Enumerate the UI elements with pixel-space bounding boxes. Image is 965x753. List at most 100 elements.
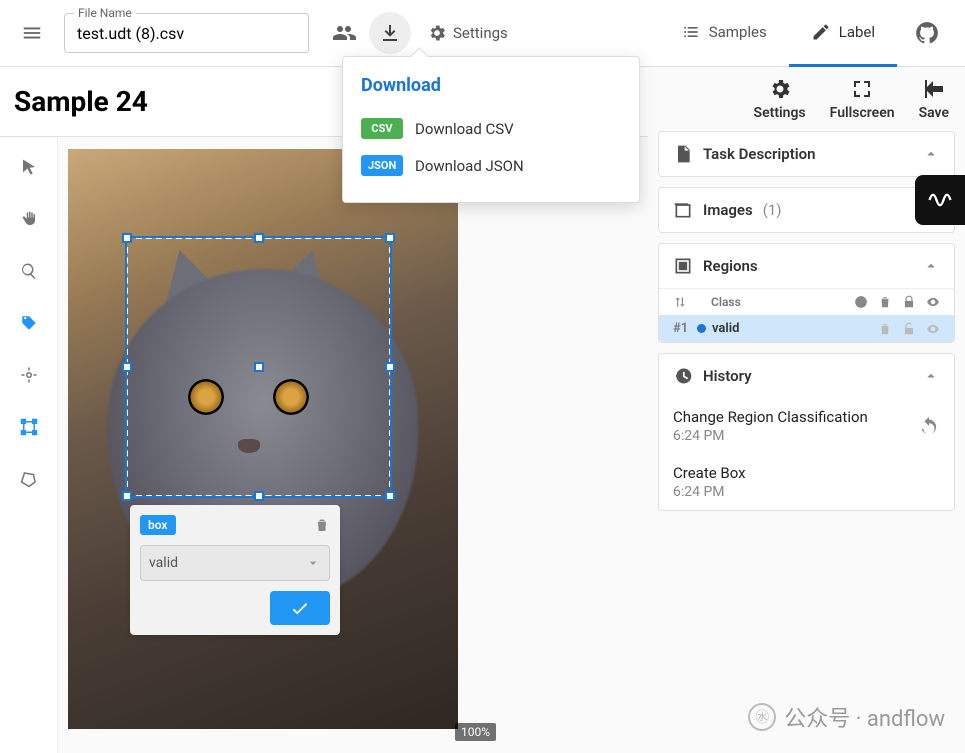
tag-tool[interactable]: [11, 305, 47, 341]
resize-handle-tm[interactable]: [254, 233, 264, 243]
box-tool[interactable]: [11, 409, 47, 445]
resize-handle-mm[interactable]: [254, 362, 264, 372]
chevron-down-icon: [305, 555, 321, 571]
eye-icon[interactable]: [926, 322, 940, 336]
settings-action[interactable]: Settings: [754, 77, 806, 121]
history-icon: [673, 366, 693, 386]
csv-chip: CSV: [361, 118, 403, 139]
resize-handle-tl[interactable]: [122, 233, 132, 243]
undo-button[interactable]: [918, 415, 940, 437]
resize-handle-mr[interactable]: [385, 362, 395, 372]
page-title: Sample 24: [14, 85, 148, 118]
select-tool[interactable]: [11, 149, 47, 185]
region-row-1[interactable]: #1 valid: [659, 315, 954, 342]
save-icon: [922, 77, 946, 101]
task-description-header[interactable]: Task Description: [659, 132, 954, 176]
undo-icon: [918, 415, 940, 437]
settings-link[interactable]: Settings: [415, 12, 520, 54]
resize-handle-br[interactable]: [385, 491, 395, 501]
task-description-panel: Task Description: [658, 131, 955, 177]
sort-icon[interactable]: [673, 295, 687, 309]
trash-icon[interactable]: [878, 322, 892, 336]
trash-icon[interactable]: [878, 295, 892, 309]
people-icon: [332, 21, 356, 45]
document-icon: [673, 144, 693, 164]
region-popup: box valid: [130, 505, 340, 635]
regions-columns: Class: [659, 288, 954, 315]
right-panel: Settings Fullscreen Save Task Descriptio…: [648, 67, 965, 753]
fullscreen-action[interactable]: Fullscreen: [830, 77, 895, 121]
resize-handle-bm[interactable]: [254, 491, 264, 501]
point-tool[interactable]: [11, 357, 47, 393]
hand-icon: [20, 210, 38, 228]
class-column-label: Class: [711, 295, 741, 309]
selection-box[interactable]: [126, 237, 391, 497]
search-icon: [20, 262, 38, 280]
chevron-up-icon: [922, 257, 940, 275]
cursor-icon: [20, 158, 38, 176]
tab-samples-label: Samples: [709, 23, 767, 41]
list-icon: [681, 22, 701, 42]
tabs: Samples Label: [659, 0, 957, 67]
regions-header[interactable]: Regions: [659, 244, 954, 288]
chevron-up-icon: [922, 145, 940, 163]
history-item: Change Region Classification 6:24 PM: [659, 398, 954, 454]
class-select-value: valid: [149, 555, 178, 571]
region-name: valid: [712, 321, 739, 336]
images-count: (1): [763, 201, 782, 219]
region-delete-button[interactable]: [314, 517, 330, 533]
history-item-time: 6:24 PM: [673, 484, 746, 500]
gear-icon: [768, 77, 792, 101]
history-panel: History Change Region Classification 6:2…: [658, 353, 955, 511]
box-icon: [20, 418, 38, 436]
history-item-time: 6:24 PM: [673, 428, 868, 444]
history-item-title: Change Region Classification: [673, 408, 868, 426]
edit-icon: [811, 22, 831, 42]
tab-label[interactable]: Label: [789, 0, 897, 67]
resize-handle-tr[interactable]: [385, 233, 395, 243]
resize-handle-bl[interactable]: [122, 491, 132, 501]
crosshair-icon: [20, 366, 38, 384]
lock-icon[interactable]: [902, 295, 916, 309]
menu-button[interactable]: [8, 9, 56, 57]
download-icon: [378, 21, 402, 45]
watermark-text: 公众号 · andflow: [784, 701, 945, 733]
gear-icon: [427, 23, 447, 43]
confirm-region-button[interactable]: [270, 591, 330, 625]
task-description-title: Task Description: [703, 145, 816, 163]
fullscreen-icon: [850, 77, 874, 101]
fullscreen-action-label: Fullscreen: [830, 105, 895, 121]
images-title: Images: [703, 201, 753, 219]
eye-icon[interactable]: [926, 295, 940, 309]
pan-tool[interactable]: [11, 201, 47, 237]
images-header[interactable]: Images (1): [659, 188, 954, 232]
floating-widget[interactable]: [915, 175, 965, 225]
check-icon: [289, 597, 311, 619]
resize-handle-ml[interactable]: [122, 362, 132, 372]
zoom-tool[interactable]: [11, 253, 47, 289]
polygon-icon: [20, 470, 38, 488]
tab-samples[interactable]: Samples: [659, 0, 789, 67]
download-json-row[interactable]: JSON Download JSON: [361, 147, 621, 184]
download-csv-row[interactable]: CSV Download CSV: [361, 110, 621, 147]
filename-label: File Name: [74, 6, 136, 20]
chevron-up-icon: [922, 367, 940, 385]
save-action[interactable]: Save: [919, 77, 949, 121]
watermark: ㊌ 公众号 · andflow: [748, 701, 945, 733]
collaborators-button[interactable]: [323, 12, 365, 54]
sample-image: box valid: [68, 149, 458, 729]
top-actions: Settings: [323, 12, 520, 54]
unlock-icon[interactable]: [902, 322, 916, 336]
class-select[interactable]: valid: [140, 545, 330, 581]
images-panel: Images (1): [658, 187, 955, 233]
menu-icon: [21, 22, 43, 44]
tab-label-label: Label: [839, 23, 875, 41]
download-button[interactable]: [369, 12, 411, 54]
piechart-icon[interactable]: [854, 295, 868, 309]
polygon-tool[interactable]: [11, 461, 47, 497]
download-json-label: Download JSON: [415, 157, 524, 175]
history-header[interactable]: History: [659, 354, 954, 398]
region-type-chip: box: [140, 515, 176, 535]
github-button[interactable]: [905, 11, 949, 55]
canvas[interactable]: box valid 100%: [58, 137, 648, 753]
